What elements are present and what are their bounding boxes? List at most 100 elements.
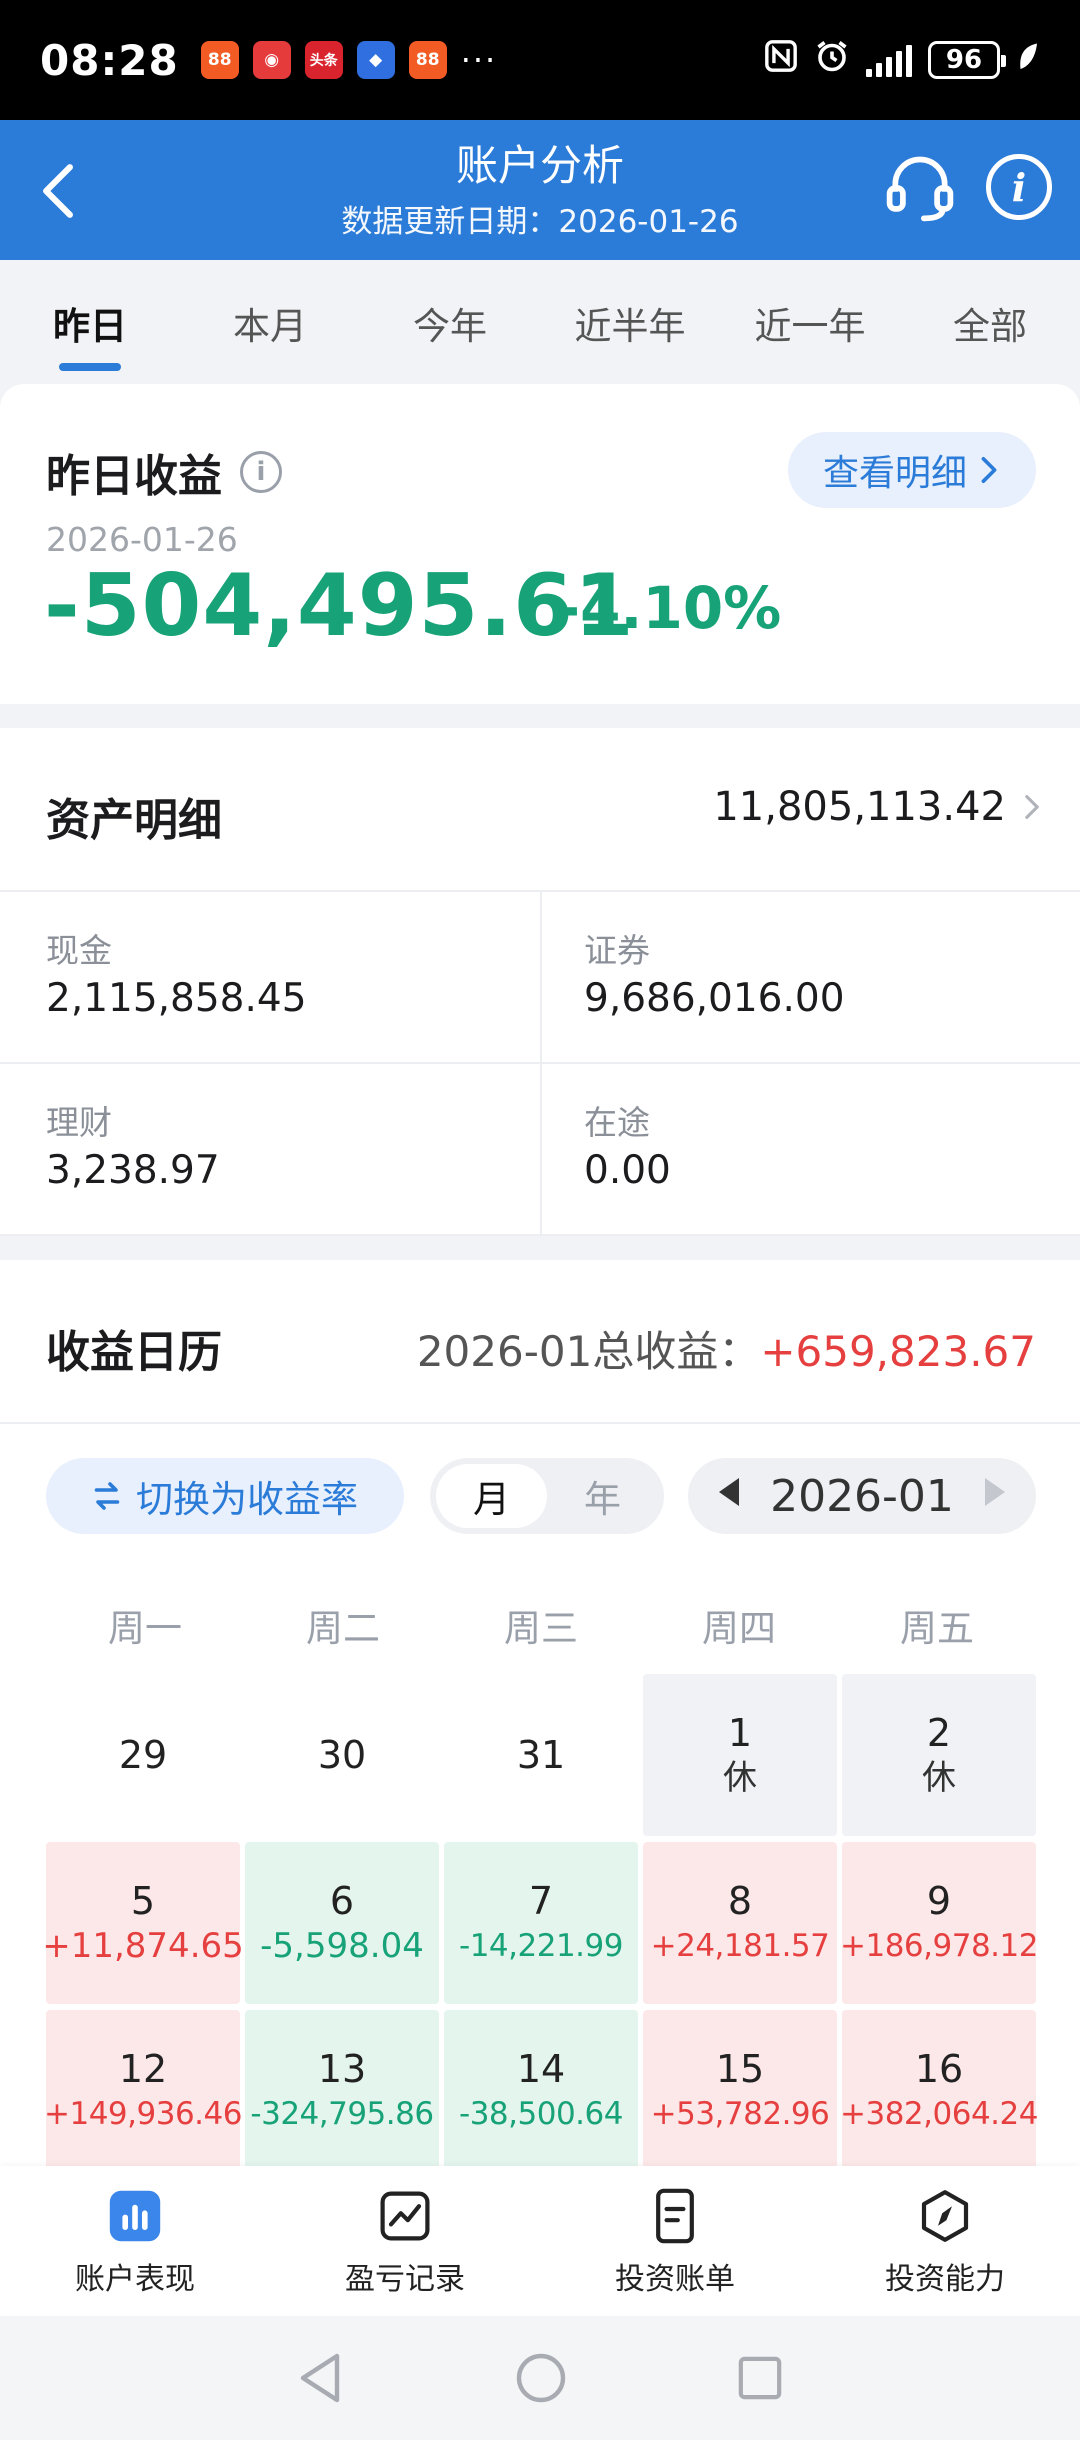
- tab-yesterday[interactable]: 昨日: [0, 260, 180, 384]
- calendar-header: 收益日历 2026-01总收益：+659,823.67: [0, 1260, 1080, 1424]
- day-holiday-label: 休: [922, 1758, 956, 1798]
- asset-details-title: 资产明细: [46, 795, 222, 846]
- more-notifications-icon: ···: [460, 41, 498, 79]
- weekday-label: 周五: [900, 1607, 974, 1650]
- calendar-grid: 29 30 31 1 休 2 休 5 +11,874.65 6 -5,598.0…: [42, 1674, 1038, 2172]
- battery-icon: 96: [928, 41, 1006, 79]
- view-details-button[interactable]: 查看明细: [788, 432, 1036, 508]
- day-profit: -38,500.64: [459, 2096, 623, 2132]
- day-number: 9: [926, 1879, 952, 1923]
- day-profit: +149,936.46: [44, 2096, 242, 2132]
- day-number: 30: [317, 1733, 367, 1777]
- switch-to-rate-label: 切换为收益率: [136, 1478, 358, 1521]
- asset-value: 3,238.97: [46, 1148, 220, 1193]
- calendar-day[interactable]: 15 +53,782.96: [643, 2010, 837, 2172]
- calendar-day[interactable]: 6 -5,598.04: [245, 1842, 439, 2004]
- tab-half-year[interactable]: 近半年: [540, 260, 720, 384]
- nav-home-icon[interactable]: [515, 2352, 567, 2404]
- month-year-toggle: 月 年: [430, 1458, 664, 1534]
- calendar-day[interactable]: 2 休: [842, 1674, 1036, 1836]
- nav-back-icon[interactable]: [297, 2352, 345, 2404]
- day-number: 29: [118, 1733, 168, 1777]
- headset-icon: [886, 156, 954, 222]
- calendar-day[interactable]: 30: [245, 1674, 439, 1836]
- view-details-label: 查看明细: [822, 453, 967, 494]
- calendar-day[interactable]: 14 -38,500.64: [444, 2010, 638, 2172]
- triangle-left-icon: [719, 1478, 739, 1506]
- info-button[interactable]: i: [986, 154, 1052, 220]
- calendar-total-label: 2026-01总收益：: [416, 1327, 761, 1376]
- asset-label: 理财: [46, 1103, 112, 1142]
- weekday-label: 周一: [108, 1607, 182, 1650]
- weekday-label: 周三: [504, 1607, 578, 1650]
- period-tabs: 昨日 本月 今年 近半年 近一年 全部: [0, 260, 1080, 384]
- app-red-icon: ◉: [252, 41, 291, 79]
- next-month-button[interactable]: [984, 1478, 1006, 1514]
- nav-profit-loss-records[interactable]: 盈亏记录: [270, 2166, 540, 2316]
- segment-month[interactable]: 月: [436, 1464, 547, 1528]
- nav-investment-bill[interactable]: 投资账单: [540, 2166, 810, 2316]
- asset-label: 现金: [46, 931, 112, 970]
- day-profit: +382,064.24: [840, 2096, 1038, 2132]
- day-number: 2: [926, 1711, 952, 1755]
- tab-all[interactable]: 全部: [900, 260, 1080, 384]
- calendar-day[interactable]: 29: [46, 1674, 240, 1836]
- day-profit: +186,978.12: [840, 1928, 1038, 1964]
- asset-details-header[interactable]: 资产明细 11,805,113.42: [0, 728, 1080, 892]
- tab-this-month[interactable]: 本月: [180, 260, 360, 384]
- segment-year[interactable]: 年: [547, 1464, 658, 1528]
- nav-label: 盈亏记录: [345, 2262, 465, 2297]
- calendar-day[interactable]: 1 休: [643, 1674, 837, 1836]
- asset-label: 证券: [584, 931, 650, 970]
- day-number: 8: [727, 1879, 753, 1923]
- notification-icons: 88 ◉ 头条 ◆ 88: [200, 41, 447, 79]
- calendar-day[interactable]: 5 +11,874.65: [42, 1842, 244, 2004]
- nav-recents-icon[interactable]: [737, 2355, 783, 2401]
- profit-rate: -4.10%: [556, 574, 782, 642]
- calendar-day[interactable]: 8 +24,181.57: [643, 1842, 837, 2004]
- calendar-day[interactable]: 9 +186,978.12: [840, 1842, 1038, 2004]
- swap-icon: [94, 1482, 120, 1510]
- asset-value: 9,686,016.00: [584, 976, 845, 1021]
- weekday-label: 周二: [306, 1607, 380, 1650]
- app-orange2-icon: 88: [408, 41, 447, 79]
- profit-title: 昨日收益: [46, 451, 222, 502]
- asset-wealth-management: 理财 3,238.97: [0, 1064, 540, 1236]
- nav-account-performance[interactable]: 账户表现: [0, 2166, 270, 2316]
- toutiao-icon: 头条: [304, 41, 343, 79]
- day-number: 14: [516, 2047, 566, 2091]
- prev-month-button[interactable]: [718, 1478, 740, 1514]
- weekday-label: 周四: [702, 1607, 776, 1650]
- calendar-day[interactable]: 13 -324,795.86: [245, 2010, 439, 2172]
- day-profit: +24,181.57: [650, 1928, 830, 1964]
- asset-value: 2,115,858.45: [46, 976, 307, 1021]
- day-number: 5: [130, 1879, 156, 1923]
- calendar-day[interactable]: 31: [444, 1674, 638, 1836]
- customer-service-button[interactable]: [882, 150, 958, 226]
- calendar-day[interactable]: 16 +382,064.24: [840, 2010, 1038, 2172]
- nav-label: 投资账单: [615, 2262, 735, 2297]
- day-number: 7: [528, 1879, 554, 1923]
- day-number: 1: [727, 1711, 753, 1755]
- day-number: 15: [715, 2047, 765, 2091]
- nav-label: 投资能力: [885, 2262, 1005, 2297]
- month-picker: 2026-01: [688, 1458, 1036, 1534]
- day-number: 13: [317, 2047, 367, 2091]
- day-number: 6: [329, 1879, 355, 1923]
- asset-value: 0.00: [584, 1148, 671, 1193]
- calendar-day[interactable]: 7 -14,221.99: [444, 1842, 638, 2004]
- profit-amount: -504,495.61: [44, 556, 635, 656]
- asset-in-transit: 在途 0.00: [540, 1064, 1080, 1236]
- nav-investment-ability[interactable]: 投资能力: [810, 2166, 1080, 2316]
- day-profit: +11,874.65: [42, 1926, 244, 1966]
- asset-total-row: 11,805,113.42: [713, 784, 1040, 830]
- asset-securities: 证券 9,686,016.00: [540, 892, 1080, 1064]
- asset-total: 11,805,113.42: [713, 784, 1006, 830]
- day-profit: -324,795.86: [250, 2096, 434, 2132]
- calendar-day[interactable]: 12 +149,936.46: [44, 2010, 242, 2172]
- info-circle-icon[interactable]: i: [240, 451, 282, 493]
- switch-to-rate-button[interactable]: 切换为收益率: [46, 1458, 404, 1534]
- tab-one-year[interactable]: 近一年: [720, 260, 900, 384]
- tab-this-year[interactable]: 今年: [360, 260, 540, 384]
- bill-icon: [656, 2188, 694, 2244]
